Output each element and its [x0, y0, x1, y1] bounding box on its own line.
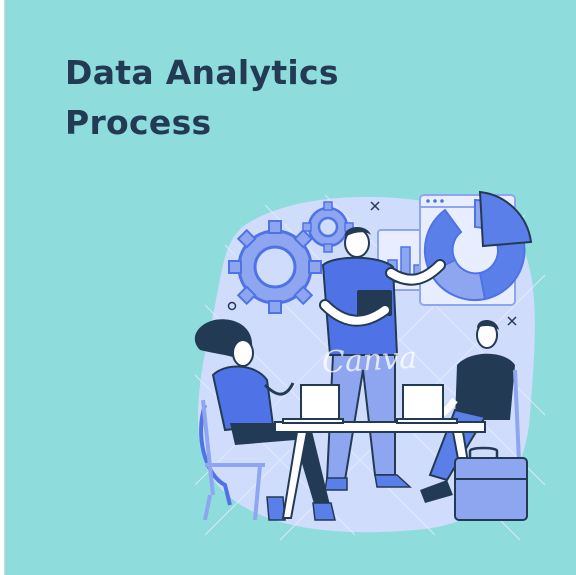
title-line-1: Data Analytics: [65, 53, 339, 92]
slide-title: Data Analytics Process: [65, 48, 339, 148]
large-gear-icon: [228, 220, 322, 314]
canva-watermark: Canva: [321, 340, 418, 381]
title-line-2: Process: [65, 103, 212, 142]
briefcase-icon: [454, 446, 528, 521]
